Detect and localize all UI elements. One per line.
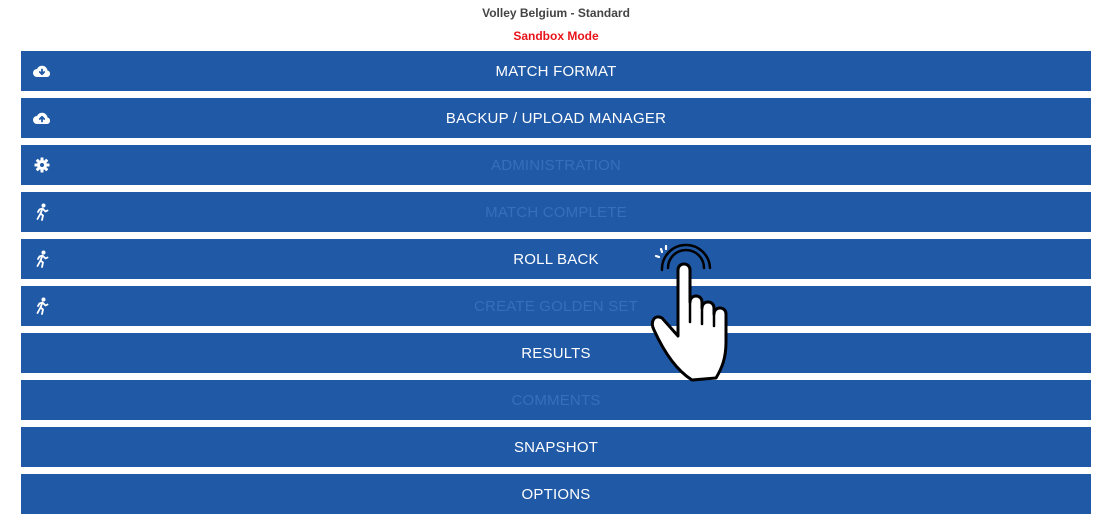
menu-label: ROLL BACK [513, 250, 599, 268]
sandbox-mode-label: Sandbox Mode [513, 29, 599, 43]
cloud-download-icon [32, 61, 52, 81]
options-button[interactable]: OPTIONS [21, 474, 1091, 514]
menu-label: SNAPSHOT [513, 438, 599, 456]
running-person-icon [32, 249, 52, 269]
menu-label: RESULTS [521, 344, 591, 362]
running-person-icon [32, 296, 52, 316]
snapshot-button[interactable]: SNAPSHOT [21, 427, 1091, 467]
main-menu: MATCH FORMAT BACKUP / UPLOAD MANAGER ADM… [21, 51, 1091, 521]
gear-icon [32, 155, 52, 175]
menu-label: BACKUP / UPLOAD MANAGER [445, 109, 667, 127]
running-person-icon [32, 202, 52, 222]
menu-label: MATCH FORMAT [495, 62, 617, 80]
match-format-button[interactable]: MATCH FORMAT [21, 51, 1091, 91]
administration-button[interactable]: ADMINISTRATION [21, 145, 1091, 185]
menu-label: ADMINISTRATION [490, 156, 622, 174]
comments-button[interactable]: COMMENTS [21, 380, 1091, 420]
menu-label: COMMENTS [511, 391, 601, 409]
create-golden-set-button[interactable]: CREATE GOLDEN SET [21, 286, 1091, 326]
menu-label: MATCH COMPLETE [485, 203, 627, 221]
cloud-upload-icon [32, 108, 52, 128]
menu-label: CREATE GOLDEN SET [474, 297, 638, 315]
match-complete-button[interactable]: MATCH COMPLETE [21, 192, 1091, 232]
results-button[interactable]: RESULTS [21, 333, 1091, 373]
roll-back-button[interactable]: ROLL BACK [21, 239, 1091, 279]
backup-upload-manager-button[interactable]: BACKUP / UPLOAD MANAGER [21, 98, 1091, 138]
page-title: Volley Belgium - Standard [482, 6, 630, 20]
menu-label: OPTIONS [521, 485, 591, 503]
